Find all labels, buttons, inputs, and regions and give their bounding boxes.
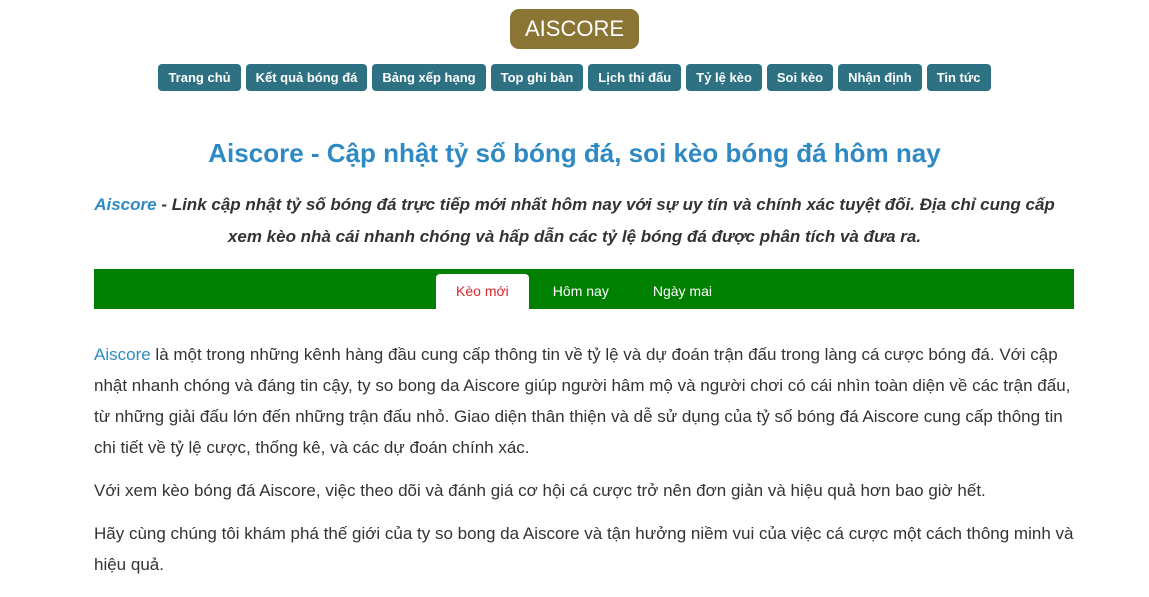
nav-item-odds[interactable]: Tỷ lệ kèo <box>686 64 762 91</box>
article-content: Aiscore là một trong những kênh hàng đầu… <box>94 339 1074 592</box>
intro-link[interactable]: Aiscore <box>94 195 156 214</box>
main-nav: Trang chủ Kết quả bóng đá Bảng xếp hạng … <box>0 64 1149 91</box>
intro-text: Aiscore - Link cập nhật tỷ số bóng đá tr… <box>85 189 1065 253</box>
intro-body: - Link cập nhật tỷ số bóng đá trực tiếp … <box>156 195 1055 246</box>
paragraph-1: Aiscore là một trong những kênh hàng đầu… <box>94 339 1074 463</box>
tab-new-odds[interactable]: Kèo mới <box>436 274 529 309</box>
odds-tabbar: Kèo mới Hôm nay Ngày mai <box>94 269 1074 309</box>
site-logo[interactable]: AISCORE <box>509 9 640 49</box>
paragraph-3: Hãy cùng chúng tôi khám phá thế giới của… <box>94 524 1074 574</box>
nav-item-results[interactable]: Kết quả bóng đá <box>245 64 368 91</box>
nav-item-schedule[interactable]: Lịch thi đấu <box>588 64 682 91</box>
tab-tomorrow[interactable]: Ngày mai <box>633 274 732 309</box>
header: AISCORE <box>0 0 1149 49</box>
tab-today[interactable]: Hôm nay <box>533 274 629 309</box>
page-title: Aiscore - Cập nhật tỷ số bóng đá, soi kè… <box>208 138 941 168</box>
nav-item-home[interactable]: Trang chủ <box>158 64 241 91</box>
nav-item-news[interactable]: Tin tức <box>926 64 991 91</box>
nav-item-standings[interactable]: Bảng xếp hạng <box>372 64 486 91</box>
nav-item-top-scorers[interactable]: Top ghi bàn <box>490 64 584 91</box>
nav-item-tips[interactable]: Soi kèo <box>766 64 834 91</box>
paragraph-2: Với xem kèo bóng đá Aiscore, việc theo d… <box>94 481 986 500</box>
paragraph-1-text: là một trong những kênh hàng đầu cung cấ… <box>94 345 1071 457</box>
nav-item-predictions[interactable]: Nhận định <box>838 64 922 91</box>
aiscore-link[interactable]: Aiscore <box>94 345 151 364</box>
